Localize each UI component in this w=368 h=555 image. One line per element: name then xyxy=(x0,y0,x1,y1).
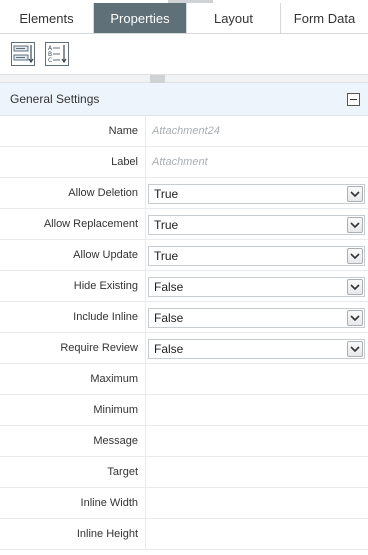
property-row-include-inline: Include Inline False xyxy=(0,302,368,333)
select-value: True xyxy=(154,187,179,201)
tab-layout[interactable]: Layout xyxy=(187,3,281,33)
property-label: Inline Width xyxy=(80,497,138,509)
tab-properties[interactable]: Properties xyxy=(94,3,187,33)
property-row-message: Message xyxy=(0,426,368,457)
general-settings-header[interactable]: General Settings xyxy=(0,83,368,116)
property-value-cell[interactable] xyxy=(145,426,368,457)
property-row-allow-update: Allow Update True xyxy=(0,240,368,271)
include-inline-select[interactable]: False xyxy=(148,308,365,328)
tab-elements[interactable]: Elements xyxy=(0,3,94,33)
property-label: Message xyxy=(93,435,138,447)
section-title: General Settings xyxy=(10,92,100,106)
name-field[interactable]: Attachment24 xyxy=(152,116,220,147)
property-row-label: Label Attachment xyxy=(0,147,368,178)
property-label: Minimum xyxy=(93,404,138,416)
svg-text:C: C xyxy=(48,57,52,64)
property-row-target: Target xyxy=(0,457,368,488)
select-value: False xyxy=(154,280,184,294)
property-value-cell[interactable]: False xyxy=(145,271,368,302)
chevron-down-icon[interactable] xyxy=(347,248,363,264)
property-value-cell[interactable]: True xyxy=(145,178,368,209)
hide-existing-select[interactable]: False xyxy=(148,277,365,297)
tab-bar: Elements Properties Layout Form Data xyxy=(0,3,368,34)
property-label: Maximum xyxy=(90,373,138,385)
property-row-inline-width: Inline Width xyxy=(0,488,368,519)
property-label: Allow Deletion xyxy=(68,187,138,199)
property-row-allow-replacement: Allow Replacement True xyxy=(0,209,368,240)
property-label: Hide Existing xyxy=(73,280,138,292)
property-value-cell[interactable]: Attachment xyxy=(145,147,368,178)
property-row-require-review: Require Review False xyxy=(0,333,368,364)
categorized-view-icon xyxy=(11,42,35,66)
property-label: Target xyxy=(107,466,138,478)
property-row-allow-deletion: Allow Deletion True xyxy=(0,178,368,209)
property-label: Name xyxy=(108,125,138,137)
select-value: False xyxy=(154,311,184,325)
property-value-cell[interactable]: Attachment24 xyxy=(145,116,368,147)
property-row-name: Name Attachment24 xyxy=(0,116,368,147)
property-value-cell[interactable] xyxy=(145,488,368,519)
chevron-down-icon[interactable] xyxy=(347,341,363,357)
collapse-icon[interactable] xyxy=(347,93,360,106)
chevron-down-icon[interactable] xyxy=(347,186,363,202)
property-label: Label xyxy=(111,156,138,168)
alphabetical-sort-button[interactable]: A B C xyxy=(44,41,70,67)
splitter-grip[interactable] xyxy=(150,75,165,83)
panel-splitter[interactable] xyxy=(0,74,368,83)
property-value-cell[interactable]: False xyxy=(145,333,368,364)
categorized-view-button[interactable] xyxy=(10,41,36,67)
property-grid: Name Attachment24 Label Attachment Allow Del… xyxy=(0,116,368,550)
property-row-hide-existing: Hide Existing False xyxy=(0,271,368,302)
toolbar: A B C xyxy=(0,34,368,74)
property-label: Allow Update xyxy=(73,249,138,261)
property-label: Include Inline xyxy=(73,311,138,323)
property-value-cell[interactable] xyxy=(145,519,368,550)
property-row-maximum: Maximum xyxy=(0,364,368,395)
property-value-cell[interactable]: True xyxy=(145,209,368,240)
property-label: Inline Height xyxy=(76,528,138,540)
allow-deletion-select[interactable]: True xyxy=(148,184,365,204)
property-row-inline-height: Inline Height xyxy=(0,519,368,550)
select-value: True xyxy=(154,249,179,263)
require-review-select[interactable]: False xyxy=(148,339,365,359)
allow-replacement-select[interactable]: True xyxy=(148,215,365,235)
property-value-cell[interactable]: True xyxy=(145,240,368,271)
chevron-down-icon[interactable] xyxy=(347,217,363,233)
alphabetical-sort-icon: A B C xyxy=(45,42,69,66)
property-row-minimum: Minimum xyxy=(0,395,368,426)
chevron-down-icon[interactable] xyxy=(347,310,363,326)
tab-form-data[interactable]: Form Data xyxy=(281,3,368,33)
property-value-cell[interactable] xyxy=(145,364,368,395)
property-value-cell[interactable]: False xyxy=(145,302,368,333)
property-value-cell[interactable] xyxy=(145,457,368,488)
select-value: False xyxy=(154,342,184,356)
allow-update-select[interactable]: True xyxy=(148,246,365,266)
property-label: Require Review xyxy=(60,342,138,354)
label-field[interactable]: Attachment xyxy=(152,147,208,178)
select-value: True xyxy=(154,218,179,232)
chevron-down-icon[interactable] xyxy=(347,279,363,295)
property-value-cell[interactable] xyxy=(145,395,368,426)
property-label: Allow Replacement xyxy=(43,218,138,230)
